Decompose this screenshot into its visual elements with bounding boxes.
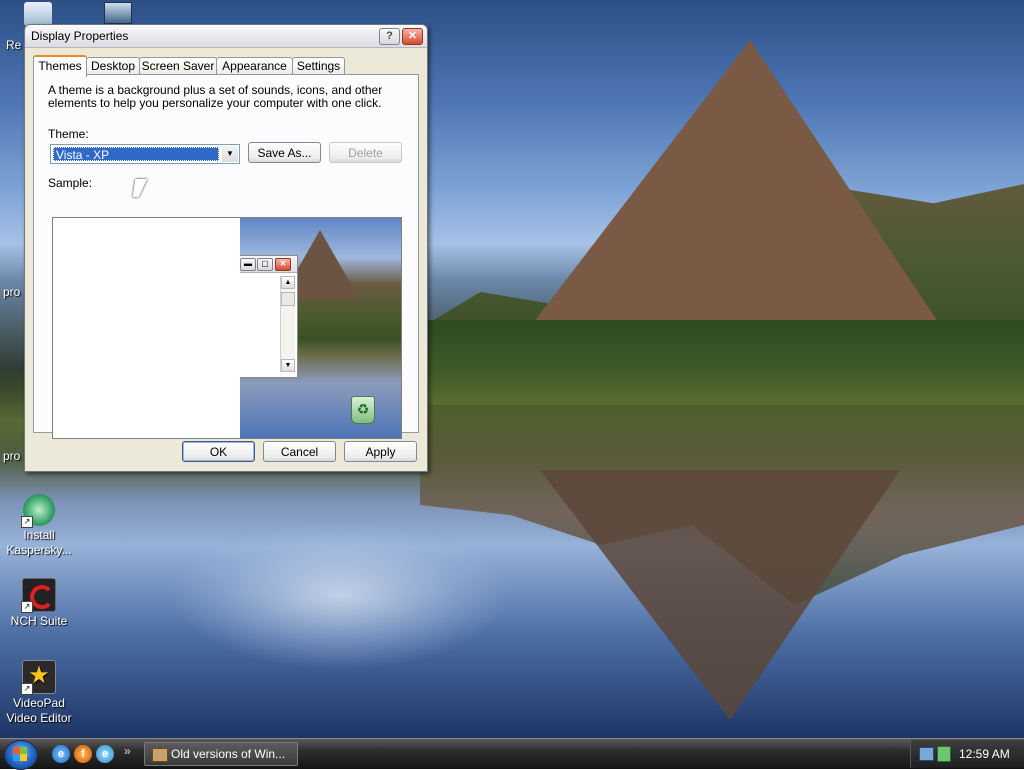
- wallpaper-mountain-reflection: [540, 470, 900, 720]
- minimize-icon: ▬: [240, 258, 256, 271]
- themes-description: A theme is a background plus a set of so…: [48, 83, 383, 110]
- taskbar-button-old-versions[interactable]: Old versions of Win...: [144, 742, 298, 766]
- quicklaunch-chevron-icon[interactable]: »: [124, 744, 131, 758]
- firefox-icon[interactable]: f: [74, 745, 92, 763]
- wallpaper-mountain: [520, 40, 950, 340]
- desktop-icon-videopad[interactable]: ★ ↗ VideoPad Video Editor: [1, 660, 77, 726]
- folder-icon: [152, 748, 168, 762]
- sample-window: ▬ ▢ ✕ ▲ ▼: [240, 255, 298, 378]
- clock[interactable]: 12:59 AM: [959, 747, 1010, 761]
- ok-button[interactable]: OK: [182, 441, 255, 462]
- tab-settings[interactable]: Settings: [292, 57, 345, 75]
- save-as-button[interactable]: Save As...: [248, 142, 321, 163]
- computer-desktop-icon[interactable]: [104, 2, 132, 24]
- theme-label: Theme:: [48, 127, 89, 141]
- tab-themes[interactable]: Themes: [33, 55, 87, 77]
- clipped-icon-label[interactable]: pro: [3, 285, 20, 299]
- videopad-star-icon: ★ ↗: [21, 660, 56, 695]
- desktop-icon-label: VideoPad Video Editor: [6, 696, 72, 725]
- internet-explorer-icon[interactable]: e: [52, 745, 70, 763]
- nch-icon: ↗: [21, 578, 56, 613]
- delete-button[interactable]: Delete: [329, 142, 402, 163]
- disc-icon: ↗: [21, 494, 55, 528]
- desktop-icon-label: Install Kaspersky...: [6, 528, 72, 557]
- display-properties-window: Display Properties ? ✕ Themes Desktop Sc…: [24, 24, 428, 472]
- close-button[interactable]: ✕: [402, 28, 423, 45]
- scroll-down-icon: ▼: [281, 359, 295, 372]
- taskbar-button-label: Old versions of Win...: [171, 747, 286, 761]
- theme-sample-preview: ▬ ▢ ✕ ▲ ▼ ♻: [52, 217, 402, 439]
- sample-scrollbar: ▲ ▼: [280, 276, 295, 372]
- clipped-icon-label[interactable]: pro: [3, 449, 20, 463]
- themes-panel: A theme is a background plus a set of so…: [33, 74, 419, 439]
- theme-select[interactable]: Vista - XP ▼: [50, 144, 240, 164]
- clipped-icon-label[interactable]: Re: [6, 38, 21, 52]
- theme-select-value: Vista - XP: [53, 147, 219, 162]
- wallpaper-cloud-reflection: [170, 520, 510, 670]
- scroll-up-icon: ▲: [281, 276, 295, 289]
- tab-appearance[interactable]: Appearance: [216, 57, 293, 75]
- desktop-icon-label: NCH Suite: [10, 614, 68, 628]
- tab-screen-saver[interactable]: Screen Saver: [139, 57, 217, 75]
- maximize-icon: ▢: [257, 258, 273, 271]
- desktop-icon-kaspersky[interactable]: ↗ Install Kaspersky...: [1, 494, 77, 558]
- shortcut-arrow-icon: ↗: [21, 516, 33, 528]
- sample-window-titlebar: ▬ ▢ ✕: [240, 256, 297, 273]
- mouse-cursor-icon: [132, 179, 148, 197]
- shortcut-arrow-icon: ↗: [21, 601, 33, 613]
- security-icon[interactable]: [937, 746, 951, 762]
- help-button[interactable]: ?: [379, 28, 400, 45]
- browser-icon[interactable]: e: [96, 745, 114, 763]
- chevron-down-icon[interactable]: ▼: [222, 146, 238, 162]
- title-bar[interactable]: Display Properties ? ✕: [25, 25, 427, 48]
- window-title: Display Properties: [31, 29, 129, 43]
- close-icon: ✕: [275, 258, 291, 271]
- sample-label: Sample:: [48, 176, 93, 190]
- recycle-bin-icon: ♻: [351, 396, 375, 424]
- shortcut-arrow-icon: ↗: [21, 683, 33, 695]
- recycle-bin-desktop-icon[interactable]: [24, 2, 52, 26]
- apply-button[interactable]: Apply: [344, 441, 417, 462]
- tab-desktop[interactable]: Desktop: [86, 57, 140, 75]
- desktop-icon-nch-suite[interactable]: ↗ NCH Suite: [1, 578, 77, 629]
- wallpaper-forest: [420, 320, 1024, 405]
- network-icon[interactable]: [919, 747, 934, 761]
- scroll-thumb: [281, 292, 295, 306]
- system-tray: 12:59 AM: [910, 740, 1024, 768]
- taskbar: e f e » Old versions of Win... 12:59 AM: [0, 738, 1024, 770]
- windows-start-icon[interactable]: [4, 740, 38, 770]
- cancel-button[interactable]: Cancel: [263, 441, 336, 462]
